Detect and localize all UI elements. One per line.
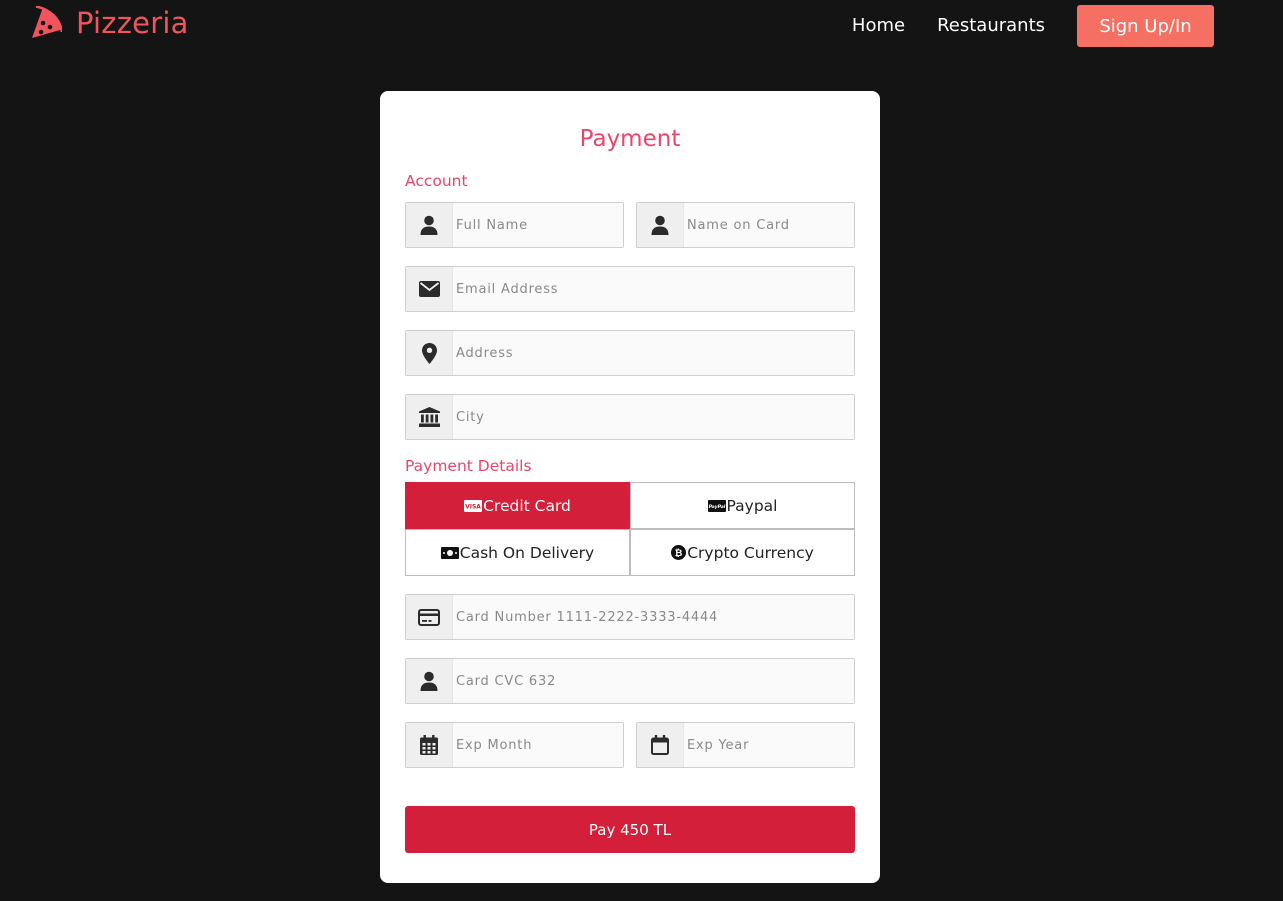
user-icon	[637, 203, 684, 247]
exp-year-input[interactable]	[684, 723, 854, 767]
exp-month-input[interactable]	[453, 723, 623, 767]
institution-icon	[406, 395, 453, 439]
payment-tab-label: Crypto Currency	[687, 543, 814, 562]
name-on-card-input[interactable]	[684, 203, 854, 247]
city-input[interactable]	[453, 395, 854, 439]
card-cvc-field	[405, 658, 855, 704]
money-bill-icon	[440, 546, 459, 559]
payment-tab-crypto-currency[interactable]: ₿ Crypto Currency	[630, 529, 855, 576]
payment-tab-label: Credit Card	[483, 496, 571, 515]
nav-link-home[interactable]: Home	[852, 5, 905, 47]
payment-details-section-label: Payment Details	[405, 457, 532, 475]
payment-tab-label: Paypal	[726, 496, 778, 515]
paypal-icon: PayPal	[707, 499, 726, 512]
payment-tab-paypal[interactable]: PayPal Paypal	[630, 482, 855, 529]
payment-tab-credit-card[interactable]: VISA Credit Card	[405, 482, 630, 529]
envelope-icon	[406, 267, 453, 311]
full-name-field	[405, 202, 624, 248]
payment-tab-label: Cash On Delivery	[459, 543, 595, 562]
account-section-label: Account	[405, 172, 468, 190]
visa-card-icon: VISA	[464, 499, 483, 512]
page-title: Payment	[579, 126, 681, 152]
city-field	[405, 394, 855, 440]
email-field	[405, 266, 855, 312]
calendar-grid-icon	[406, 723, 453, 767]
svg-text:VISA: VISA	[465, 503, 481, 510]
name-on-card-field	[636, 202, 855, 248]
exp-month-field	[405, 722, 624, 768]
navbar: Pizzeria Home Restaurants Sign Up/In	[0, 0, 1283, 54]
address-field	[405, 330, 855, 376]
nav-link-restaurants[interactable]: Restaurants	[937, 5, 1045, 47]
address-input[interactable]	[453, 331, 854, 375]
signup-button[interactable]: Sign Up/In	[1077, 5, 1214, 47]
brand-logo-link[interactable]: Pizzeria	[30, 6, 189, 40]
svg-text:₿: ₿	[675, 548, 683, 559]
pay-button[interactable]: Pay 450 TL	[405, 806, 855, 853]
user-icon	[406, 659, 453, 703]
user-icon	[406, 203, 453, 247]
calendar-icon	[637, 723, 684, 767]
credit-card-icon	[406, 595, 453, 639]
payment-tab-cash-on-delivery[interactable]: Cash On Delivery	[405, 529, 630, 576]
svg-text:PayPal: PayPal	[708, 504, 725, 510]
map-marker-icon	[406, 331, 453, 375]
pizza-slice-icon	[32, 6, 62, 38]
brand-name: Pizzeria	[76, 6, 189, 40]
card-number-input[interactable]	[453, 595, 854, 639]
payment-method-tabs: VISA Credit Card PayPal Paypal Cash On D…	[405, 482, 855, 576]
bitcoin-icon: ₿	[671, 545, 687, 560]
card-cvc-input[interactable]	[453, 659, 854, 703]
exp-year-field	[636, 722, 855, 768]
full-name-input[interactable]	[453, 203, 623, 247]
nav-links: Home Restaurants Sign Up/In	[852, 5, 1214, 47]
email-input[interactable]	[453, 267, 854, 311]
payment-form-card: Payment Account Payment Details	[380, 91, 880, 883]
card-number-field	[405, 594, 855, 640]
